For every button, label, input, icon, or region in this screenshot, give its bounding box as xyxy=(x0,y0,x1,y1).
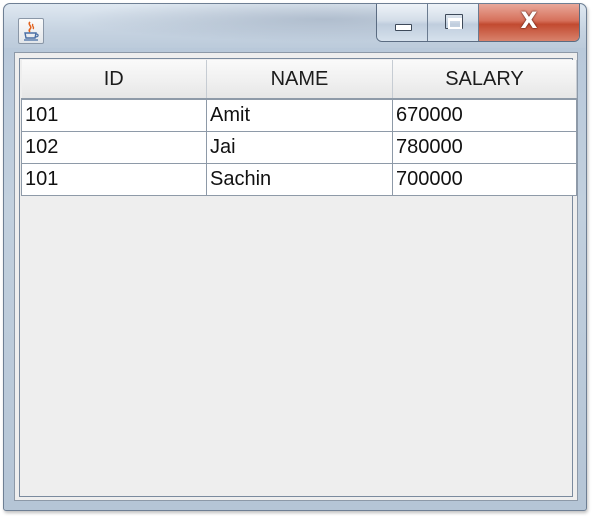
cell-salary[interactable]: 670000 xyxy=(392,99,577,132)
column-header-salary[interactable]: SALARY xyxy=(392,60,577,100)
column-header-name[interactable]: NAME xyxy=(206,60,393,100)
java-coffee-cup-icon[interactable] xyxy=(18,18,44,44)
close-icon: X xyxy=(520,9,538,34)
caption-buttons: X xyxy=(376,4,580,42)
column-header-id[interactable]: ID xyxy=(21,60,207,100)
cell-salary[interactable]: 780000 xyxy=(392,131,577,164)
cell-id[interactable]: 102 xyxy=(21,131,207,164)
table-scroll-pane[interactable]: ID NAME SALARY 101 Amit 670000 102 Jai 7… xyxy=(19,58,577,497)
table-header-row: ID NAME SALARY xyxy=(21,60,577,100)
cell-salary[interactable]: 700000 xyxy=(392,163,577,196)
table-row[interactable]: 101 Sachin 700000 xyxy=(21,163,577,196)
table-row[interactable]: 101 Amit 670000 xyxy=(21,99,577,132)
close-button[interactable]: X xyxy=(479,4,579,41)
data-table: ID NAME SALARY 101 Amit 670000 102 Jai 7… xyxy=(21,60,577,196)
cell-name[interactable]: Jai xyxy=(206,131,393,164)
minimize-button[interactable] xyxy=(377,4,428,41)
cell-id[interactable]: 101 xyxy=(21,163,207,196)
table-row[interactable]: 102 Jai 780000 xyxy=(21,131,577,164)
cell-id[interactable]: 101 xyxy=(21,99,207,132)
cell-name[interactable]: Sachin xyxy=(206,163,393,196)
minimize-icon xyxy=(395,24,412,31)
maximize-button[interactable] xyxy=(428,4,479,41)
app-window: X ID NAME SALARY 101 Amit 670000 102 Jai… xyxy=(3,3,587,511)
maximize-icon xyxy=(445,14,463,29)
content-pane: ID NAME SALARY 101 Amit 670000 102 Jai 7… xyxy=(14,52,578,501)
title-bar[interactable]: X xyxy=(4,4,586,48)
cell-name[interactable]: Amit xyxy=(206,99,393,132)
